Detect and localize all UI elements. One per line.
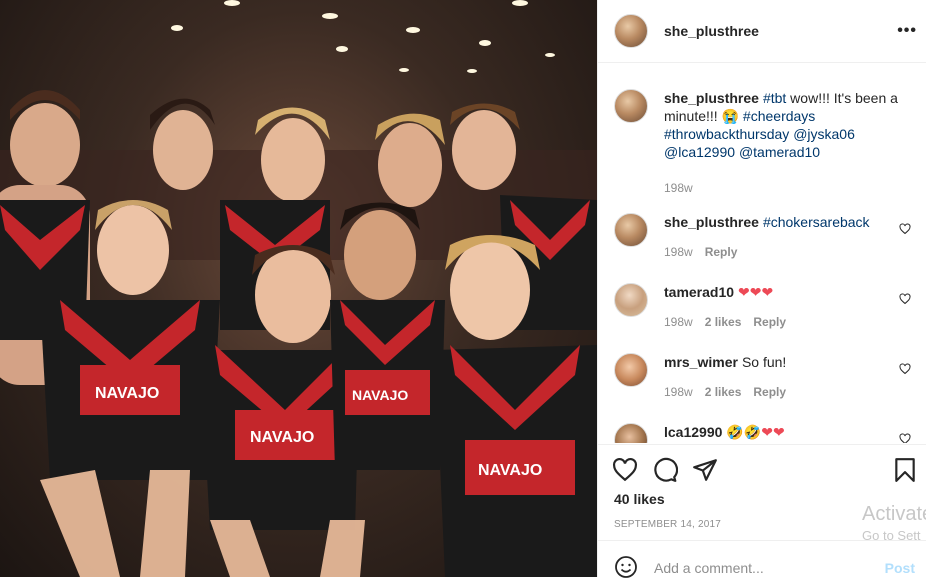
caption-emoji: 😭 bbox=[721, 108, 740, 124]
post-header: she_plusthree ••• bbox=[598, 0, 926, 63]
reply-button[interactable]: Reply bbox=[705, 245, 738, 259]
author-username[interactable]: she_plusthree bbox=[664, 23, 759, 39]
comment-item: lca12990 🤣🤣❤❤ bbox=[614, 423, 911, 443]
share-paper-plane-icon[interactable] bbox=[692, 457, 718, 483]
caption-mention-lca[interactable]: @lca12990 bbox=[664, 144, 735, 160]
add-comment-input[interactable]: Add a comment... bbox=[654, 560, 764, 576]
like-comment-heart-icon[interactable] bbox=[899, 223, 911, 235]
comment-username[interactable]: lca12990 bbox=[664, 424, 722, 440]
caption-username[interactable]: she_plusthree bbox=[664, 90, 759, 106]
comment-bubble-icon[interactable] bbox=[652, 457, 678, 483]
comment-avatar[interactable] bbox=[614, 283, 648, 317]
add-comment-bar: Add a comment... Post bbox=[598, 540, 926, 578]
reply-button[interactable]: Reply bbox=[753, 385, 786, 399]
save-bookmark-icon[interactable] bbox=[892, 457, 918, 483]
comment-likes[interactable]: 2 likes bbox=[705, 385, 742, 399]
comments-list[interactable]: she_plusthree #tbt wow!!! It's been a min… bbox=[598, 63, 926, 443]
comment-avatar[interactable] bbox=[614, 213, 648, 247]
comment-text: ❤❤❤ bbox=[738, 284, 774, 300]
comment-username[interactable]: she_plusthree bbox=[664, 214, 759, 230]
like-heart-icon[interactable] bbox=[612, 457, 638, 483]
comment-likes[interactable]: 2 likes bbox=[705, 315, 742, 329]
comment-text: 🤣🤣❤❤ bbox=[726, 424, 785, 440]
likes-count[interactable]: 40 likes bbox=[614, 491, 665, 507]
like-comment-heart-icon[interactable] bbox=[899, 363, 911, 375]
emoji-icon[interactable] bbox=[614, 555, 638, 579]
post-side-panel: she_plusthree ••• she_plusthree #tbt wow!… bbox=[597, 0, 926, 578]
comment-text: So fun! bbox=[741, 354, 787, 370]
comment-avatar[interactable] bbox=[614, 353, 648, 387]
ceiling-lights bbox=[171, 0, 555, 73]
comment-avatar[interactable] bbox=[614, 423, 648, 443]
jersey-text-4: NAVAJO bbox=[478, 462, 542, 479]
caption: she_plusthree #tbt wow!!! It's been a min… bbox=[614, 89, 911, 199]
caption-avatar[interactable] bbox=[614, 89, 648, 123]
comment-time[interactable]: 198w bbox=[664, 385, 693, 399]
comment-item: mrs_wimer So fun! 198w 2 likes Reply bbox=[614, 353, 911, 409]
jersey-text-2: NAVAJO bbox=[250, 429, 314, 446]
post-photo[interactable]: NAVAJO NAVAJO NAVAJO NAVAJO bbox=[0, 0, 597, 577]
post-comment-button[interactable]: Post bbox=[885, 560, 915, 576]
cheerleaders-photo-illustration: NAVAJO NAVAJO NAVAJO NAVAJO bbox=[0, 0, 597, 577]
like-comment-heart-icon[interactable] bbox=[899, 293, 911, 305]
jersey-text-3: NAVAJO bbox=[352, 387, 408, 403]
comment-time[interactable]: 198w bbox=[664, 245, 693, 259]
caption-mention-jyska[interactable]: @jyska06 bbox=[793, 126, 855, 142]
caption-mention-tamera[interactable]: @tamerad10 bbox=[739, 144, 820, 160]
more-options-icon[interactable]: ••• bbox=[897, 22, 917, 40]
comment-item: tamerad10 ❤❤❤ 198w 2 likes Reply bbox=[614, 283, 911, 339]
reply-button[interactable]: Reply bbox=[753, 315, 786, 329]
jersey-text-1: NAVAJO bbox=[95, 385, 159, 402]
caption-hashtag-cheerdays[interactable]: #cheerdays bbox=[743, 108, 815, 124]
comment-username[interactable]: tamerad10 bbox=[664, 284, 734, 300]
comment-item: she_plusthree #chokersareback 198w Reply bbox=[614, 213, 911, 269]
comment-username[interactable]: mrs_wimer bbox=[664, 354, 738, 370]
comment-text[interactable]: #chokersareback bbox=[763, 214, 870, 230]
caption-time[interactable]: 198w bbox=[664, 181, 693, 195]
author-avatar[interactable] bbox=[614, 14, 648, 48]
like-comment-heart-icon[interactable] bbox=[899, 433, 911, 443]
post-date[interactable]: SEPTEMBER 14, 2017 bbox=[614, 519, 721, 530]
caption-hashtag-throwback[interactable]: #throwbackthursday bbox=[664, 126, 789, 142]
caption-hashtag-tbt[interactable]: #tbt bbox=[763, 90, 786, 106]
comment-time[interactable]: 198w bbox=[664, 315, 693, 329]
